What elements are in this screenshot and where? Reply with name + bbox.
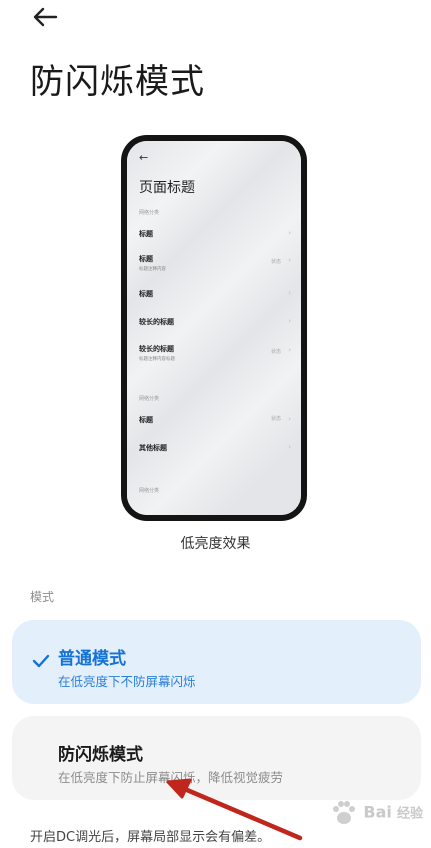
preview-row: 标题 ›: [139, 229, 291, 239]
watermark-text: Bai: [363, 802, 392, 822]
checkmark-icon: [32, 654, 50, 668]
preview-section-label: 网络分类: [139, 396, 160, 402]
preview-row: 较长的标题 ›: [139, 317, 291, 327]
preview-row-title: 较长的标题: [139, 345, 174, 353]
arrow-left-icon: [33, 7, 58, 27]
page-title: 防闪烁模式: [30, 62, 205, 102]
preview-caption: 低亮度效果: [180, 536, 251, 552]
chevron-right-icon: ›: [288, 229, 291, 237]
back-button[interactable]: [28, 2, 62, 32]
paw-icon: [333, 801, 356, 824]
preview-back-icon: ←: [139, 151, 149, 164]
chevron-right-icon: ›: [288, 256, 291, 264]
preview-row-title: 标题: [139, 416, 153, 424]
preview-row: 其他标题 ›: [139, 443, 291, 453]
chevron-right-icon: ›: [288, 443, 291, 451]
mode-option-title: 防闪烁模式: [58, 745, 143, 765]
chevron-right-icon: ›: [288, 346, 291, 354]
preview-phone: ← 页面标题 网络分类 标题 › 标题 标题注释内容 状态 › 标题 › 较长的…: [121, 135, 307, 521]
preview-row-title: 较长的标题: [139, 318, 174, 326]
preview-section-label: 网络分类: [139, 488, 160, 494]
preview-row-subtitle: 标题注释内容: [139, 267, 166, 272]
watermark-logo: Bai 经验: [330, 800, 423, 826]
preview-row-title: 其他标题: [139, 444, 167, 452]
preview-row: 较长的标题 标题注释内容标题 状态 ›: [139, 344, 291, 362]
preview-row-title: 标题: [139, 255, 153, 263]
preview-row-subtitle: 标题注释内容标题: [139, 357, 175, 362]
mode-option-normal[interactable]: 普通模式 在低亮度下不防屏幕闪烁: [12, 620, 421, 704]
chevron-right-icon: ›: [288, 289, 291, 297]
preview-screen: ← 页面标题 网络分类 标题 › 标题 标题注释内容 状态 › 标题 › 较长的…: [127, 141, 301, 515]
preview-row: 标题 标题注释内容 状态 ›: [139, 254, 291, 272]
preview-row-title: 标题: [139, 290, 153, 298]
mode-option-description: 在低亮度下不防屏幕闪烁: [58, 674, 196, 689]
preview-row: 标题 状态 ›: [139, 415, 291, 425]
mode-option-title: 普通模式: [58, 649, 126, 669]
preview-row-status: 状态: [270, 416, 281, 422]
mode-option-description: 在低亮度下防止屏幕闪烁，降低视觉疲劳: [58, 770, 284, 785]
preview-row-status: 状态: [270, 349, 281, 355]
footer-note: 开启DC调光后，屏幕局部显示会有偏差。: [30, 830, 271, 845]
chevron-right-icon: ›: [288, 317, 291, 325]
mode-section-label: 模式: [30, 590, 55, 604]
preview-row: 标题 ›: [139, 289, 291, 299]
chevron-right-icon: ›: [288, 415, 291, 423]
mode-option-anti-flicker[interactable]: 防闪烁模式 在低亮度下防止屏幕闪烁，降低视觉疲劳: [12, 716, 421, 800]
preview-row-title: 标题: [139, 230, 153, 238]
preview-section-label: 网络分类: [139, 210, 160, 216]
watermark-text-2: 经验: [396, 806, 423, 822]
preview-page-title: 页面标题: [139, 180, 195, 196]
preview-row-status: 状态: [270, 259, 281, 265]
